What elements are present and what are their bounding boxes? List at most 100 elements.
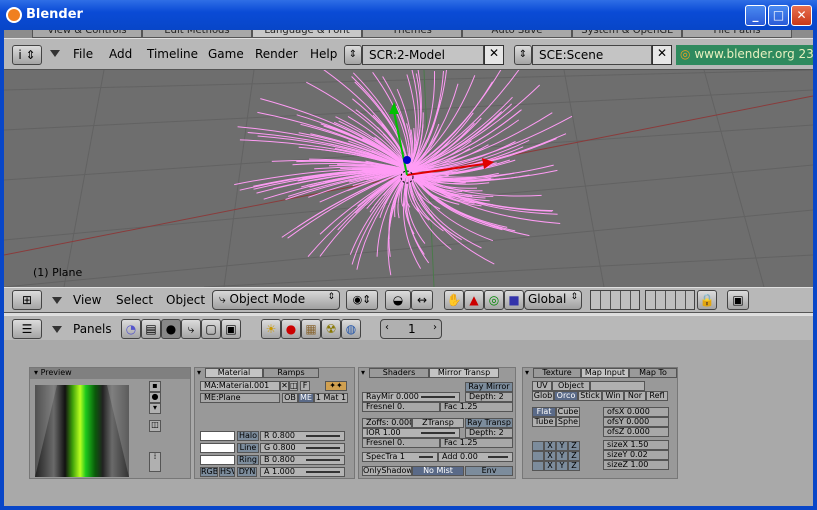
delete-scene-button[interactable]: ✕ (652, 45, 672, 65)
layer-buttons-left[interactable] (590, 290, 640, 310)
menu-select[interactable]: Select (116, 293, 153, 307)
ofsz-field[interactable]: ofsZ 0.000 (603, 427, 669, 437)
menu-render[interactable]: Render (255, 47, 298, 61)
material-unlink-button[interactable]: ✕ (280, 381, 289, 391)
stick-button[interactable]: Stick (578, 391, 602, 401)
mirror-fresnel-field[interactable]: Fresnel 0. (362, 402, 440, 412)
no-mist-button[interactable]: No Mist (412, 466, 464, 476)
pivot-align-button[interactable]: ↔ (411, 290, 433, 310)
transp-fresnel-field[interactable]: Fresnel 0. (362, 438, 440, 448)
collapse-icon[interactable]: ▾ (361, 368, 369, 379)
b-slider[interactable]: B 0.800 (260, 455, 345, 465)
projection-x-blank-1[interactable] (532, 441, 544, 451)
lock-icon[interactable]: 🔒 (697, 290, 717, 310)
shading-context-icon[interactable]: ● (161, 319, 181, 339)
tab-mirror-transp[interactable]: Mirror Transp (429, 368, 499, 378)
ior-slider[interactable]: IOR 1.00 (362, 428, 460, 438)
preview-light-button[interactable]: ⁞ (149, 452, 161, 472)
rotate-icon[interactable]: ◎ (484, 290, 504, 310)
hsv-button[interactable]: HSV (219, 467, 235, 477)
sizez-field[interactable]: sizeZ 1.00 (603, 460, 669, 470)
spectra-slider[interactable]: SpecTra 1 (362, 452, 438, 462)
frame-field[interactable]: ‹ 1 › (380, 319, 442, 339)
object-button[interactable]: Object (552, 381, 590, 391)
tab-file-paths[interactable]: File Paths (682, 30, 792, 38)
orco-button[interactable]: Orco (554, 391, 578, 401)
3d-viewport[interactable]: (1) Plane (4, 70, 813, 287)
transp-fac-field[interactable]: Fac 1.25 (440, 438, 513, 448)
scene-context-icon[interactable]: ▣ (221, 319, 241, 339)
tube-button[interactable]: Tube (532, 417, 556, 427)
projection-y-blank[interactable] (532, 451, 544, 461)
maximize-button[interactable]: □ (768, 5, 789, 26)
object-context-icon[interactable]: ⤷ (181, 319, 201, 339)
lamp-icon[interactable]: ☀ (261, 319, 281, 339)
sizex-field[interactable]: sizeX 1.50 (603, 440, 669, 450)
translate-icon[interactable]: ▲ (464, 290, 484, 310)
ray-transp-button[interactable]: Ray Transp (465, 418, 513, 428)
orientation-select[interactable]: Global ⇕ (524, 290, 582, 310)
tab-shaders[interactable]: Shaders (369, 368, 429, 378)
menu-file[interactable]: File (73, 47, 93, 61)
g-slider[interactable]: G 0.800 (260, 443, 345, 453)
manipulator-toggle-icon[interactable]: ✋ (444, 290, 464, 310)
collapse-icon[interactable]: ▾ (197, 368, 205, 379)
draw-type-button[interactable]: ◉⇕ (346, 290, 378, 310)
me-button[interactable]: ME (298, 393, 314, 403)
menu-help[interactable]: Help (310, 47, 337, 61)
menu-view[interactable]: View (73, 293, 101, 307)
screen-name-field[interactable]: SCR:2-Model (362, 45, 484, 65)
radiosity-icon[interactable]: ☢ (321, 319, 341, 339)
raymir-slider[interactable]: RayMir 0.000 (362, 392, 460, 402)
ofsy-field[interactable]: ofsY 0.000 (603, 417, 669, 427)
tab-map-to[interactable]: Map To (629, 368, 677, 378)
onlyshadow-button[interactable]: OnlyShadow (362, 466, 412, 476)
material-f-button[interactable]: F (300, 381, 310, 391)
tab-edit-methods[interactable]: Edit Methods (142, 30, 252, 38)
window-type-buttons-button[interactable]: ☰ (12, 319, 42, 339)
pivot-button[interactable]: ◒ (385, 290, 411, 310)
delete-screen-button[interactable]: ✕ (484, 45, 504, 65)
refl-button[interactable]: Refl (646, 391, 668, 401)
ob-button[interactable]: OB (282, 393, 298, 403)
tab-themes[interactable]: Themes (362, 30, 462, 38)
collapse-icon[interactable]: ▾ (525, 368, 533, 379)
preview-plane-button[interactable]: ▪ (149, 381, 161, 392)
cube-button[interactable]: Cube (556, 407, 580, 417)
close-button[interactable]: ✕ (791, 5, 812, 26)
object-name-field[interactable] (590, 381, 645, 391)
material-count-field[interactable]: 1 Mat 1 (314, 393, 348, 403)
projection-z-z[interactable]: Z (568, 461, 580, 471)
line-button[interactable]: Line (237, 443, 259, 453)
mesh-name-field[interactable]: ME:Plane (200, 393, 280, 403)
arrow-left-icon[interactable]: ‹ (385, 322, 389, 333)
tab-language-font[interactable]: Language & Font (252, 30, 362, 38)
window-type-info-button[interactable]: i ⇕ (12, 45, 42, 65)
flat-button[interactable]: Flat (532, 407, 556, 417)
script-context-icon[interactable]: ▤ (141, 319, 161, 339)
minimize-button[interactable]: _ (745, 5, 766, 26)
material-fake-user-button[interactable]: ◫ (289, 381, 298, 391)
preview-monkey-button[interactable]: ◫ (149, 420, 161, 432)
zoffs-field[interactable]: Zoffs: 0.000 (362, 418, 412, 428)
mirror-fac-field[interactable]: Fac 1.25 (440, 402, 513, 412)
screen-browse-button[interactable]: ⇕ (344, 45, 362, 65)
material-icon[interactable]: ● (281, 319, 301, 339)
ofsx-field[interactable]: ofsX 0.000 (603, 407, 669, 417)
texture-icon[interactable]: ▦ (301, 319, 321, 339)
tab-system-opengl[interactable]: System & OpenGL (572, 30, 682, 38)
mode-select[interactable]: ⤷ Object Mode ⇕ (212, 290, 340, 310)
tab-view-controls[interactable]: View & Controls (32, 30, 142, 38)
rgb-button[interactable]: RGB (200, 467, 218, 477)
material-name-field[interactable]: MA:Material.001 (200, 381, 280, 391)
logic-context-icon[interactable]: ◔ (121, 319, 141, 339)
tab-auto-save[interactable]: Auto Save (462, 30, 572, 38)
projection-x-x[interactable]: X (544, 441, 556, 451)
mirror-depth-field[interactable]: Depth: 2 (465, 392, 513, 402)
r-slider[interactable]: R 0.800 (260, 431, 345, 441)
window-type-3dview-button[interactable]: ⊞ (12, 290, 42, 310)
color-swatch-g[interactable] (200, 443, 235, 453)
projection-z-y[interactable]: Y (556, 461, 568, 471)
ztransp-button[interactable]: ZTransp (412, 418, 464, 428)
ring-button[interactable]: Ring (237, 455, 259, 465)
